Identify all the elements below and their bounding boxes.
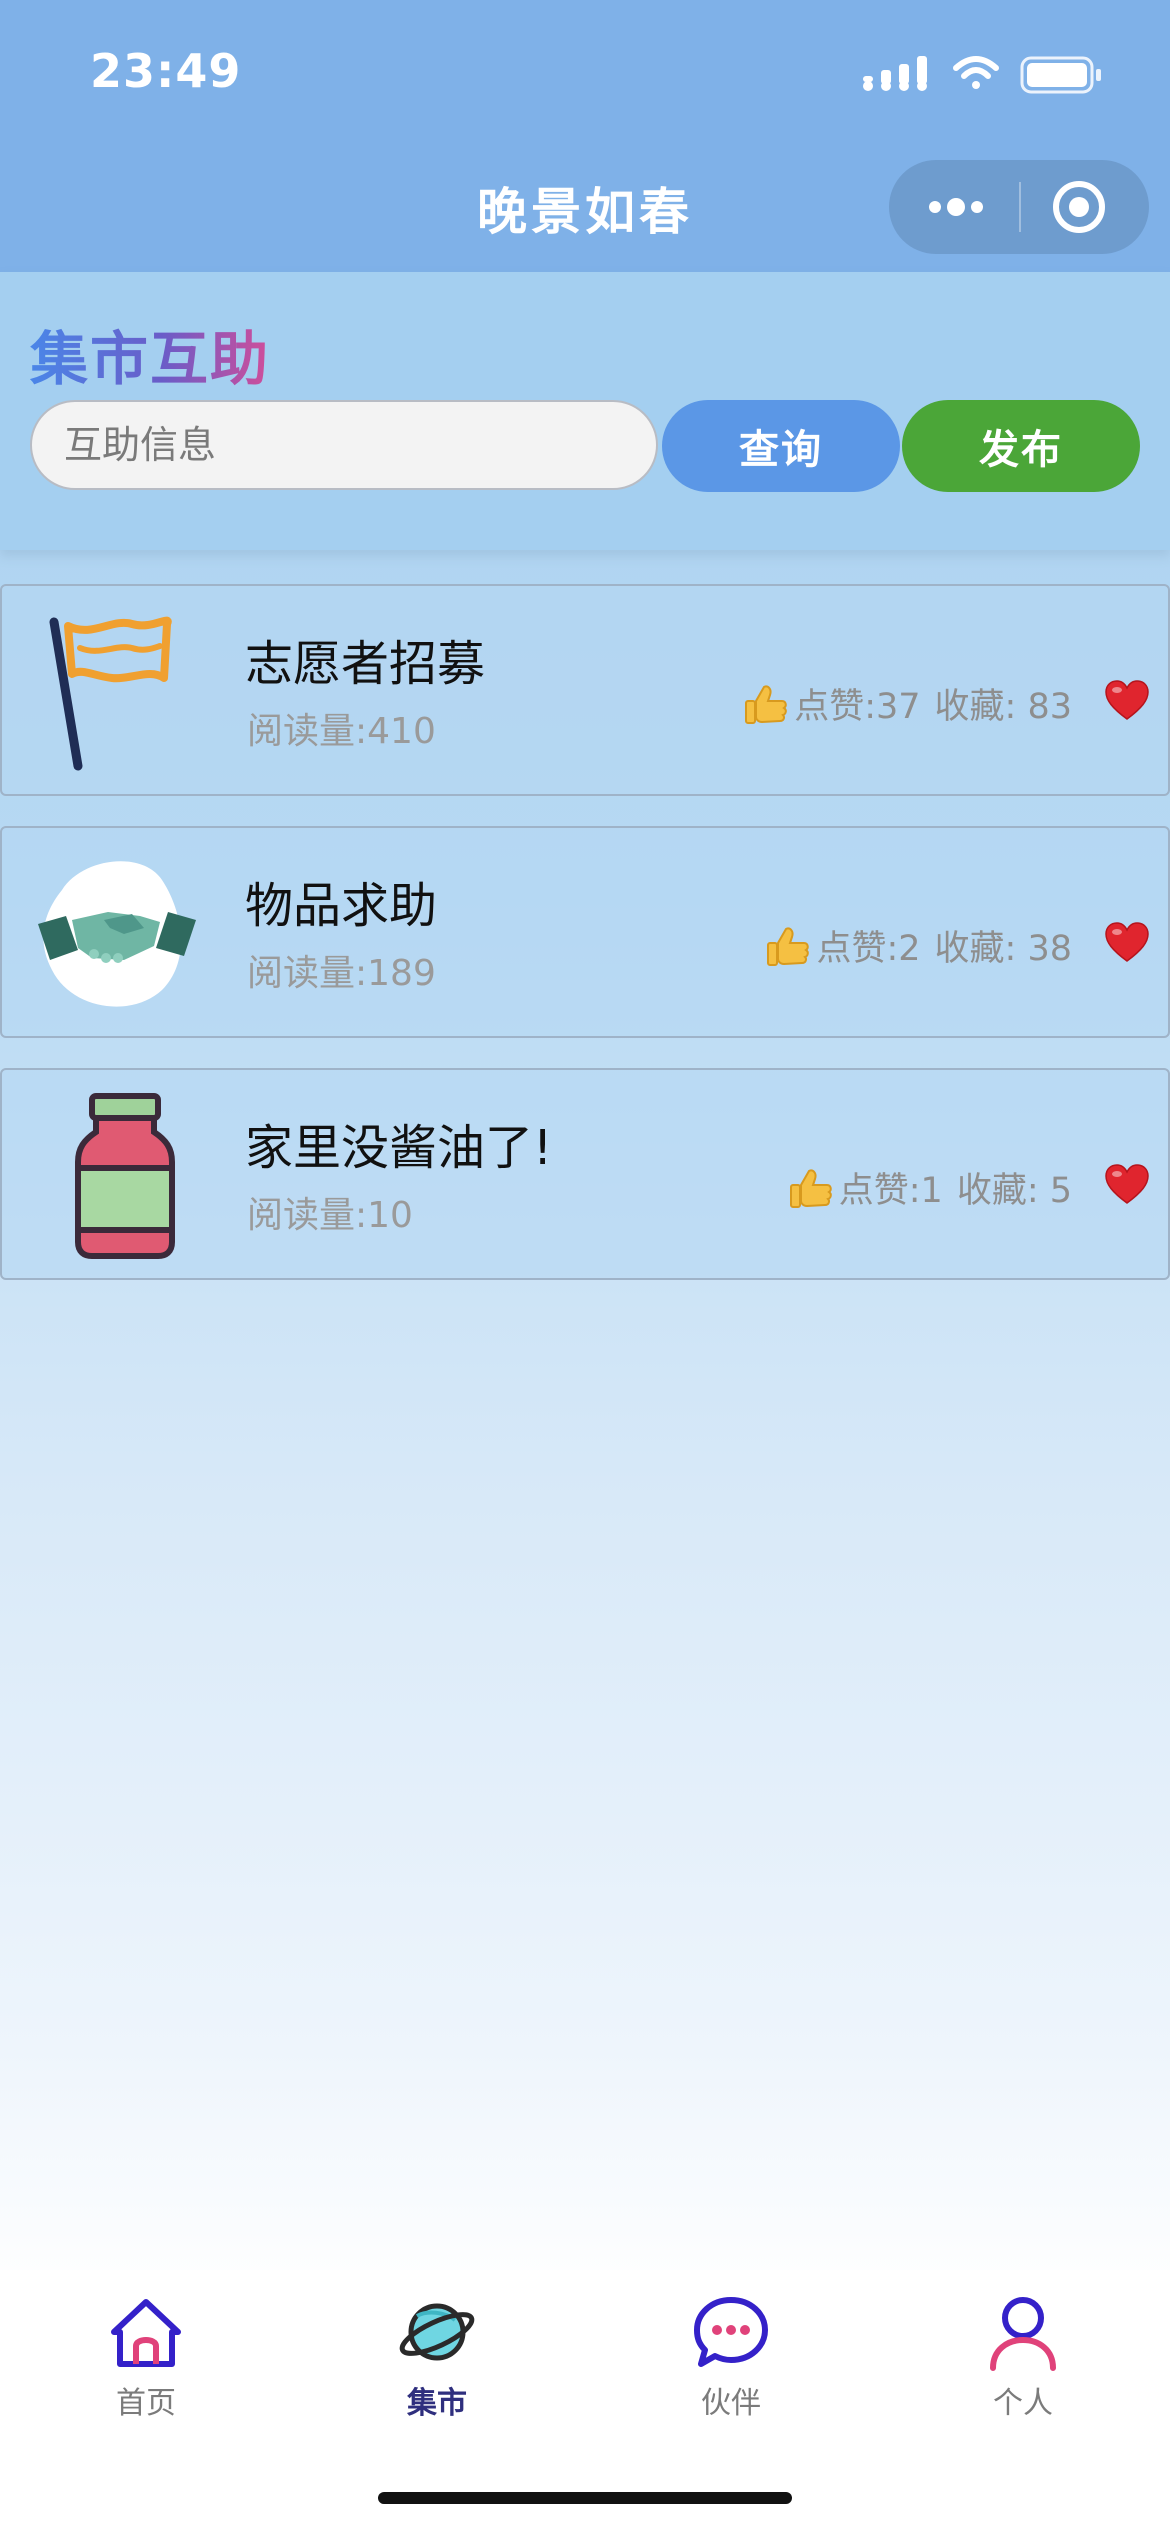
like-count: 点赞:37 [794,687,921,727]
thumbs-up-icon[interactable] [787,1165,833,1211]
search-input[interactable] [30,400,658,490]
list-item[interactable]: 志愿者招募 阅读量:410 点赞:37 收藏: 83 [0,584,1170,796]
status-time: 23:49 [90,44,242,98]
item-stats: 点赞:37 收藏: 83 [742,678,1072,729]
tab-home[interactable]: 首页 [66,2292,226,2432]
item-title: 物品求助 [245,878,438,934]
heart-icon[interactable] [1104,1162,1150,1208]
item-read-count: 阅读量:189 [247,953,436,994]
home-indicator[interactable] [378,2492,792,2504]
thumbs-up-icon[interactable] [764,923,810,969]
battery-icon [1020,56,1101,94]
thumbs-up-icon[interactable] [742,681,788,727]
tab-label: 集市 [407,2386,467,2421]
tab-label: 首页 [116,2386,176,2421]
query-button[interactable]: 查询 [662,400,900,492]
favorite-count: 收藏: 5 [956,1171,1072,1211]
item-title: 志愿者招募 [245,636,486,692]
list-item[interactable]: 家里没酱油了! 阅读量:10 点赞:1 收藏: 5 [0,1068,1170,1280]
like-count: 点赞:2 [816,929,921,969]
publish-button[interactable]: 发布 [902,400,1140,492]
search-section: 集市互助 查询 发布 [0,272,1170,550]
tab-profile[interactable]: 个人 [943,2292,1103,2432]
tab-market[interactable]: 集市 [357,2292,517,2432]
planet-icon [399,2303,475,2361]
mini-program-capsule [889,160,1149,254]
section-title: 集市互助 [30,312,270,396]
more-dots-icon[interactable] [921,182,991,232]
chat-bubble-icon [694,2297,768,2367]
favorite-count: 收藏: 83 [934,687,1072,727]
wifi-icon [953,56,999,89]
tab-label: 伙伴 [701,2386,761,2421]
capsule-divider [1019,182,1021,232]
like-count: 点赞:1 [838,1171,943,1211]
close-target-icon[interactable] [1049,177,1109,237]
item-read-count: 阅读量:410 [247,711,436,752]
tab-label: 个人 [993,2386,1053,2421]
handshake-icon [38,861,196,1007]
item-title: 家里没酱油了! [245,1120,553,1176]
person-icon [990,2297,1056,2371]
tab-partners[interactable]: 伙伴 [651,2292,811,2432]
home-icon [111,2299,181,2367]
status-icons [863,56,1101,94]
flag-icon [49,616,172,771]
top-bar: 23:49 晚景如春 [0,0,1170,272]
heart-icon[interactable] [1104,678,1150,724]
bottle-icon [75,1093,175,1259]
item-stats: 点赞:1 收藏: 5 [787,1162,1072,1213]
list-item[interactable]: 物品求助 阅读量:189 点赞:2 收藏: 38 [0,826,1170,1038]
favorite-count: 收藏: 38 [934,929,1072,969]
item-stats: 点赞:2 收藏: 38 [764,920,1072,971]
item-read-count: 阅读量:10 [247,1195,413,1236]
heart-icon[interactable] [1104,920,1150,966]
signal-icon [863,56,927,91]
